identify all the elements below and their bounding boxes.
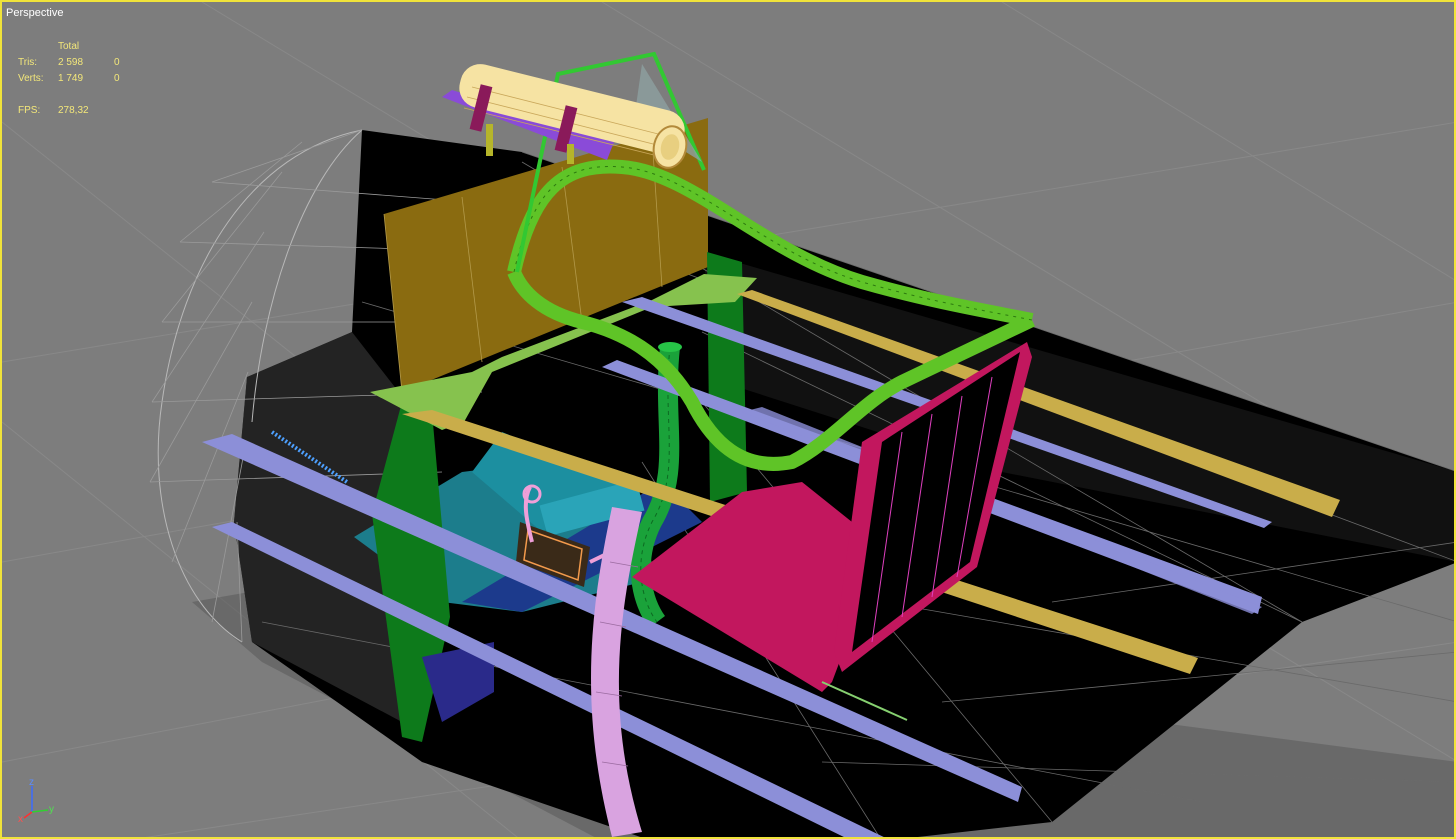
axis-z-label: z	[29, 777, 34, 788]
fps-label: FPS:	[18, 105, 41, 116]
stats-header: Total	[58, 41, 80, 52]
viewport-scene[interactable]	[2, 2, 1456, 839]
verts-selected: 0	[114, 73, 120, 84]
viewport-label[interactable]: Perspective	[6, 7, 63, 19]
perspective-viewport[interactable]: Perspective Total Tris: 2 598 0 Verts: 1…	[0, 0, 1456, 839]
verts-label: Verts:	[18, 73, 44, 84]
axis-y-label: y	[49, 804, 54, 815]
verts-total: 1 749	[58, 73, 84, 84]
axis-x-label: x	[18, 814, 23, 824]
tris-total: 2 598	[58, 57, 84, 68]
fps-value: 278,32	[58, 105, 89, 116]
tris-selected: 0	[114, 57, 120, 68]
axis-tripod-icon: z x y	[18, 777, 54, 824]
tris-label: Tris:	[18, 57, 38, 68]
